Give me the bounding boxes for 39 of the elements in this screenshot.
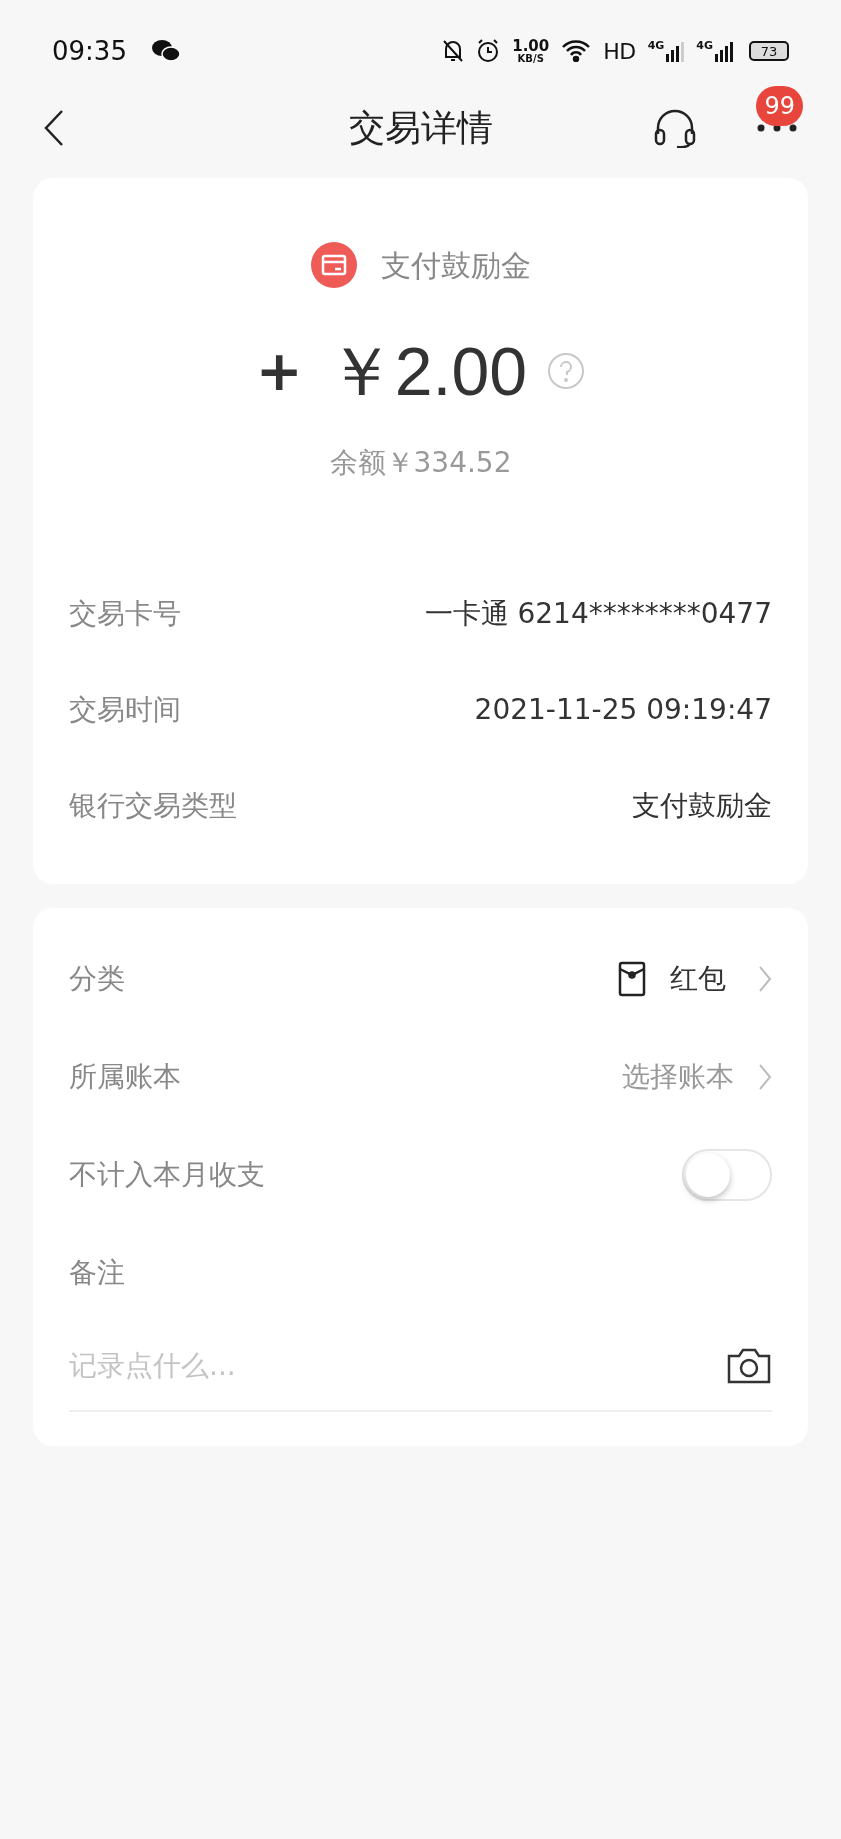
- chevron-right-icon: [758, 965, 772, 993]
- toggle-switch[interactable]: [682, 1149, 772, 1201]
- note-label: 备注: [69, 1255, 125, 1291]
- card-icon: [310, 242, 357, 288]
- detail-label: 交易卡号: [69, 596, 181, 632]
- category-selector[interactable]: 红包: [618, 958, 772, 1000]
- chevron-right-icon: [758, 1063, 772, 1091]
- transaction-category: 支付鼓励金: [380, 246, 531, 285]
- signal-icon: [666, 40, 685, 62]
- battery-indicator: 73: [749, 41, 789, 61]
- headset-icon[interactable]: [653, 108, 697, 148]
- balance: 余额￥334.52: [329, 445, 512, 481]
- network-speed: 1.00: [512, 38, 550, 54]
- status-time: 09:35: [52, 34, 127, 68]
- detail-value: 一卡通 6214********0477: [424, 596, 772, 632]
- note-input[interactable]: 记录点什么...: [69, 1345, 726, 1387]
- page-title: 交易详情: [348, 106, 493, 150]
- amount: ￥2.00: [326, 332, 528, 411]
- back-icon[interactable]: [44, 109, 64, 147]
- detail-label: 银行交易类型: [69, 788, 237, 824]
- notification-badge: 99: [756, 86, 803, 126]
- detail-label: 交易时间: [69, 692, 181, 728]
- network-type: 4G: [696, 40, 713, 51]
- camera-icon[interactable]: [726, 1347, 772, 1385]
- amount-sign: +: [255, 337, 303, 405]
- detail-value: 支付鼓励金: [632, 788, 772, 824]
- wifi-icon: [561, 40, 592, 62]
- bell-muted-icon: [442, 39, 465, 63]
- envelope-icon: [618, 961, 646, 997]
- row-label: 不计入本月收支: [69, 1157, 265, 1193]
- detail-value: 2021-11-25 09:19:47: [474, 692, 772, 728]
- row-label: 分类: [69, 961, 125, 997]
- speed-unit: KB/S: [517, 53, 544, 64]
- hd-indicator: HD: [603, 37, 636, 66]
- signal-icon: [715, 40, 733, 62]
- row-label: 所属账本: [69, 1059, 181, 1095]
- alarm-clock-icon: [476, 39, 501, 63]
- chat-bubbles-icon: [150, 38, 181, 64]
- network-type: 4G: [647, 40, 665, 51]
